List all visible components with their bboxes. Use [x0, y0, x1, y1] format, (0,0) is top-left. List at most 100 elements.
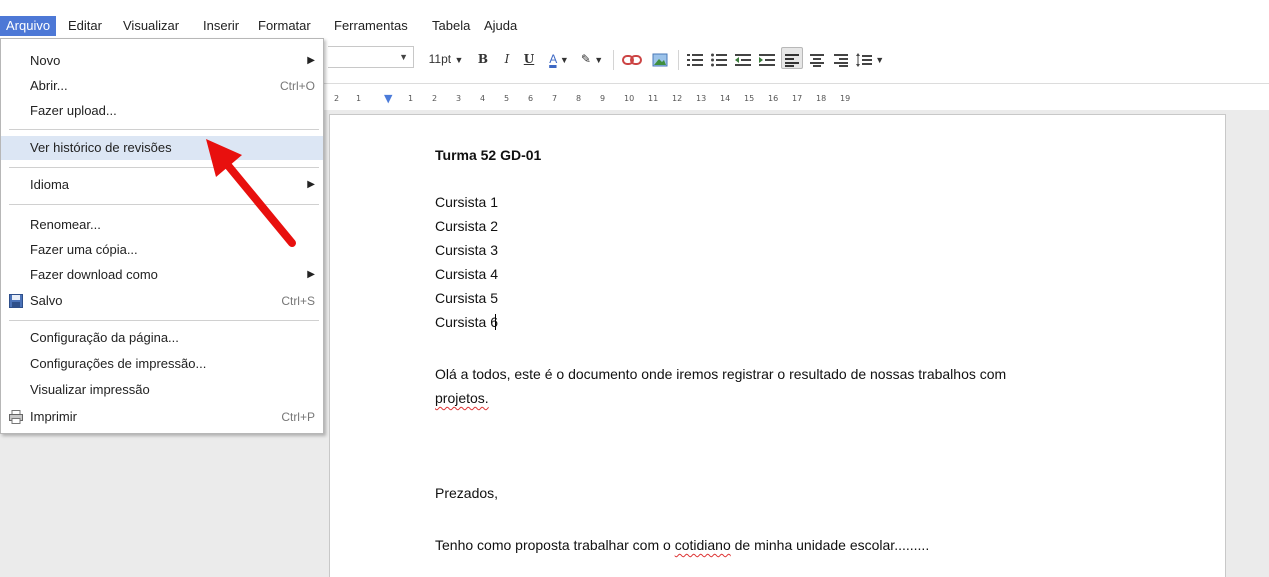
proposal-line[interactable]: Tenho como proposta trabalhar com o coti… — [435, 537, 929, 553]
menu-item-shortcut: Ctrl+O — [279, 79, 315, 93]
paragraph-line[interactable]: Olá a todos, este é o documento onde ire… — [435, 366, 1006, 382]
menu-item-print-settings[interactable]: Configurações de impressão... — [1, 352, 323, 376]
highlighter-icon: ✎ — [580, 52, 591, 66]
menu-item-label: Novo — [30, 53, 61, 68]
proposal-text-start: Tenho como proposta trabalhar com o — [435, 537, 675, 553]
increase-indent-icon — [759, 53, 775, 66]
student-line[interactable]: Cursista 3 — [435, 242, 498, 258]
ruler-tick: 7 — [552, 94, 558, 103]
menu-item-new[interactable]: Novo ▶ — [1, 49, 323, 73]
menu-item-open[interactable]: Abrir... Ctrl+O — [1, 74, 323, 98]
student-line[interactable]: Cursista 5 — [435, 290, 498, 306]
submenu-arrow-icon: ▶ — [307, 55, 315, 66]
menu-item-label: Abrir... — [30, 78, 68, 93]
menu-visualizar[interactable]: Visualizar — [117, 16, 185, 36]
underline-button[interactable]: U — [520, 48, 538, 70]
submenu-arrow-icon: ▶ — [307, 269, 315, 280]
bulleted-list-icon — [711, 53, 727, 67]
document-title-text: Turma 52 GD-01 — [435, 147, 542, 163]
ruler-tick: 13 — [696, 94, 707, 103]
menu-item-print-preview[interactable]: Visualizar impressão — [1, 378, 323, 402]
insert-link-button[interactable] — [620, 48, 644, 70]
ruler-tick: 5 — [504, 94, 510, 103]
menu-item-page-setup[interactable]: Configuração da página... — [1, 326, 323, 350]
greeting-line[interactable]: Prezados, — [435, 485, 498, 501]
menu-formatar[interactable]: Formatar — [252, 16, 317, 36]
ruler-tick: 2 — [432, 94, 438, 103]
menu-item-label: Salvo — [30, 293, 63, 308]
text-cursor — [495, 314, 497, 330]
ruler-tick: 18 — [816, 94, 827, 103]
align-right-icon — [834, 53, 848, 67]
menu-item-download-as[interactable]: Fazer download como ▶ — [1, 263, 323, 287]
text-color-button[interactable]: A ▼ — [544, 48, 574, 70]
decrease-indent-button[interactable] — [732, 48, 754, 70]
menu-inserir[interactable]: Inserir — [197, 16, 245, 36]
menu-item-shortcut: Ctrl+P — [281, 410, 315, 424]
ruler-tick: 12 — [672, 94, 683, 103]
menu-ajuda[interactable]: Ajuda — [478, 16, 523, 36]
chevron-down-icon: ▼ — [399, 52, 408, 62]
ruler-tick: 1 — [408, 94, 414, 103]
numbered-list-button[interactable] — [684, 48, 706, 70]
menu-item-label: Imprimir — [30, 409, 77, 424]
align-center-icon — [810, 53, 824, 67]
toolbar-divider — [613, 50, 614, 70]
bulleted-list-button[interactable] — [708, 48, 730, 70]
document-page[interactable] — [329, 114, 1226, 577]
ruler-tick: 3 — [456, 94, 462, 103]
menu-ferramentas[interactable]: Ferramentas — [328, 16, 414, 36]
student-line[interactable]: Cursista 1 — [435, 194, 498, 210]
italic-button[interactable]: I — [498, 48, 516, 70]
image-icon — [652, 53, 668, 67]
align-left-button[interactable] — [781, 47, 803, 69]
menu-item-upload[interactable]: Fazer upload... — [1, 99, 323, 123]
horizontal-ruler: 2 1 ▼ 1 2 3 4 5 6 7 8 9 10 11 12 13 14 1… — [328, 92, 1269, 106]
menu-item-label: Visualizar impressão — [30, 382, 150, 397]
menu-arquivo[interactable]: Arquivo — [0, 16, 57, 36]
menu-item-label: Fazer upload... — [30, 103, 117, 118]
menu-item-label: Idioma — [30, 177, 70, 192]
document-title[interactable]: Turma 52 GD-01 — [435, 147, 541, 163]
menu-item-saved[interactable]: Salvo Ctrl+S — [1, 289, 323, 313]
misspelled-word[interactable]: cotidiano — [675, 537, 731, 553]
align-left-icon — [785, 53, 799, 67]
student-line-active[interactable]: Cursista 6 — [435, 314, 498, 330]
menu-item-label: Fazer uma cópia... — [30, 242, 138, 257]
align-right-button[interactable] — [830, 48, 852, 70]
ruler-tick: 4 — [480, 94, 486, 103]
ruler-tick: 1 — [356, 94, 362, 103]
misspelled-word[interactable]: projetos. — [435, 390, 489, 406]
menu-item-print[interactable]: Imprimir Ctrl+P — [1, 405, 323, 429]
indent-marker-icon[interactable]: ▼ — [384, 92, 392, 105]
ruler-tick: 17 — [792, 94, 803, 103]
menu-editar[interactable]: Editar — [62, 16, 108, 36]
decrease-indent-icon — [735, 53, 751, 66]
insert-image-button[interactable] — [648, 48, 672, 70]
font-size-select[interactable]: 11pt ▼ — [420, 48, 472, 70]
chevron-down-icon: ▼ — [454, 55, 464, 65]
student-line[interactable]: Cursista 2 — [435, 218, 498, 234]
line-spacing-button[interactable]: ▼ — [854, 48, 886, 70]
chevron-down-icon: ▼ — [875, 55, 885, 65]
menu-item-label: Configurações de impressão... — [30, 356, 207, 371]
menu-bar: Arquivo Editar Visualizar Inserir Format… — [0, 0, 1269, 38]
menu-tabela[interactable]: Tabela — [426, 16, 476, 36]
align-center-button[interactable] — [806, 48, 828, 70]
highlight-color-button[interactable]: ✎ ▼ — [576, 48, 608, 70]
student-line[interactable]: Cursista 4 — [435, 266, 498, 282]
bold-button[interactable]: B — [474, 48, 492, 70]
ruler-tick: 14 — [720, 94, 731, 103]
font-size-value: 11pt — [428, 52, 452, 66]
ruler-tick: 16 — [768, 94, 779, 103]
ruler-tick: 19 — [840, 94, 851, 103]
font-family-select[interactable]: ▼ — [328, 46, 414, 68]
link-icon — [622, 54, 642, 65]
increase-indent-button[interactable] — [756, 48, 778, 70]
paragraph-line[interactable]: projetos. — [435, 390, 489, 406]
ruler-tick: 15 — [744, 94, 755, 103]
menu-item-label: Configuração da página... — [30, 330, 179, 345]
toolbar-divider — [678, 50, 679, 70]
menu-item-shortcut: Ctrl+S — [281, 294, 315, 308]
proposal-text-end: de minha unidade escolar......... — [730, 537, 930, 553]
